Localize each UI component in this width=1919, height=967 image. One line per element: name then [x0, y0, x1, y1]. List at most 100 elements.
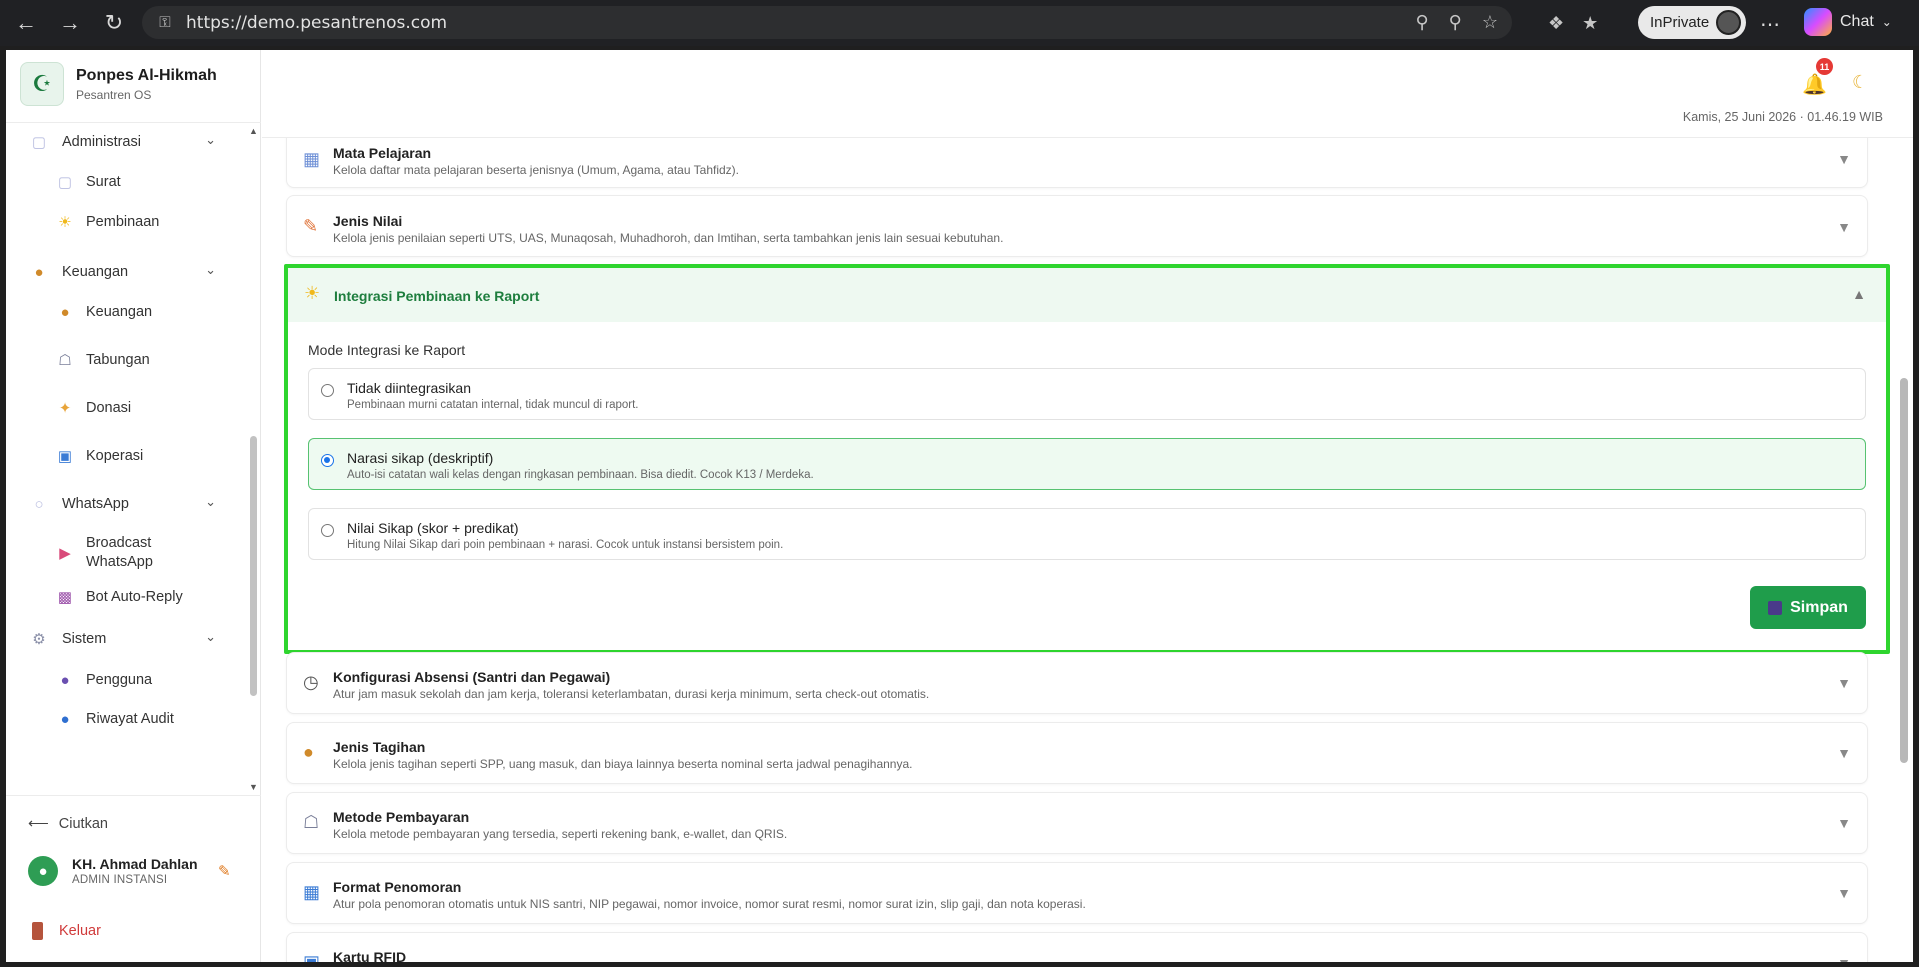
user-profile[interactable]: ● KH. Ahmad Dahlan ADMIN INSTANSI [28, 856, 198, 886]
notification-badge: 11 [1816, 58, 1833, 75]
sidebar-group-sistem[interactable]: ⚙ Sistem ⌄ [6, 619, 246, 659]
sidebar-item-label: Tabungan [86, 351, 150, 368]
sidebar-item-label: Koperasi [86, 447, 144, 464]
sidebar-item-broadcast-whatsapp[interactable]: ▶ Broadcast WhatsApp [6, 527, 246, 579]
scroll-up-icon[interactable]: ▲ [249, 126, 258, 136]
sidebar-item-donasi[interactable]: ✦ Donasi [6, 388, 246, 428]
collapse-label: Ciutkan [58, 816, 108, 832]
logout-button[interactable]: Keluar [32, 922, 101, 940]
sidebar-item-surat[interactable]: ▢ Surat [6, 162, 246, 202]
chat-label: Chat [1840, 13, 1874, 30]
door-icon [32, 922, 43, 940]
chevron-down-icon[interactable]: ⌄ [205, 629, 216, 645]
sidebar-item-label: Surat [86, 173, 121, 190]
url-text[interactable]: https://demo.pesantrenos.com [186, 13, 447, 33]
sidebar-item-label: Administrasi [62, 134, 141, 150]
back-arrow-icon[interactable]: ← [8, 5, 44, 41]
expand-icon[interactable]: ▼ [1837, 815, 1851, 831]
avatar: ● [28, 856, 58, 886]
key-icon[interactable]: ⚲ [1415, 12, 1428, 33]
radio-button[interactable] [321, 384, 334, 397]
page-scroll-thumb[interactable] [1900, 378, 1908, 763]
inprivate-button[interactable]: InPrivate [1638, 6, 1746, 39]
more-menu-icon[interactable]: ⋯ [1760, 12, 1780, 37]
settings-card-konfigurasi-absensi[interactable]: ◷ Konfigurasi Absensi (Santri dan Pegawa… [286, 652, 1868, 714]
forward-arrow-icon[interactable]: → [52, 5, 88, 41]
settings-card-metode-pembayaran[interactable]: ☖ Metode Pembayaran Kelola metode pembay… [286, 792, 1868, 854]
sidebar-item-label: Donasi [86, 399, 132, 416]
bank-icon: ☖ [303, 812, 320, 832]
expand-icon[interactable]: ▼ [1837, 151, 1851, 167]
chevron-down-icon[interactable]: ⌄ [205, 494, 216, 510]
collapse-sidebar-button[interactable]: ⟵ Ciutkan [28, 816, 108, 832]
expand-icon[interactable]: ▼ [1837, 745, 1851, 761]
bell-icon[interactable]: 🔔 [1802, 72, 1827, 97]
settings-list: ▦ Mata Pelajaran Kelola daftar mata pela… [262, 138, 1892, 962]
radio-button[interactable] [321, 524, 334, 537]
page-scrollbar[interactable] [1898, 138, 1910, 962]
chevron-down-icon: ⌄ [1881, 15, 1892, 29]
expand-icon[interactable]: ▼ [1837, 219, 1851, 235]
chevron-down-icon[interactable]: ⌄ [205, 262, 216, 278]
settings-card-jenis-nilai[interactable]: ✎ Jenis Nilai Kelola jenis penilaian sep… [286, 195, 1868, 257]
card-desc: Kelola jenis penilaian seperti UTS, UAS,… [333, 231, 1004, 245]
brand-subtitle: Pesantren OS [76, 87, 152, 102]
envelope-icon: ▢ [31, 134, 47, 151]
radio-button-selected[interactable] [321, 454, 334, 467]
option-tidak-diintegrasikan[interactable]: Tidak diintegrasikan Pembinaan murni cat… [308, 368, 1866, 420]
sidebar-item-label: Keuangan [86, 303, 153, 320]
zoom-icon[interactable]: ⚲ [1449, 12, 1462, 33]
brand[interactable]: ☪ Ponpes Al-Hikmah Pesantren OS [20, 62, 217, 106]
pencil-icon[interactable]: ✎ [218, 862, 231, 880]
settings-card-mata-pelajaran[interactable]: ▦ Mata Pelajaran Kelola daftar mata pela… [286, 138, 1868, 188]
chat-bubble-icon: ○ [34, 495, 44, 513]
lock-icon[interactable]: ⚿ [150, 14, 180, 31]
sun-icon: ☀ [304, 283, 321, 303]
mode-label: Mode Integrasi ke Raport [308, 342, 466, 358]
settings-card-jenis-tagihan[interactable]: ● Jenis Tagihan Kelola jenis tagihan sep… [286, 722, 1868, 784]
card-desc: Kelola jenis tagihan seperti SPP, uang m… [333, 757, 913, 771]
floppy-disk-icon [1768, 600, 1783, 615]
favorites-icon[interactable]: ★ [1582, 13, 1598, 34]
sidebar-item-label: Riwayat Audit [86, 710, 174, 727]
app-window: ☪ Ponpes Al-Hikmah Pesantren OS ▢ Admini… [6, 50, 1913, 962]
sidebar-item-riwayat-audit[interactable]: ● Riwayat Audit [6, 699, 246, 739]
sidebar-item-pengguna[interactable]: ● Pengguna [6, 660, 246, 700]
address-bar[interactable]: ⚿ https://demo.pesantrenos.com ⚲ ⚲ ☆ [142, 6, 1512, 39]
scroll-down-icon[interactable]: ▼ [249, 782, 258, 792]
extensions-icon[interactable]: ❖ [1548, 13, 1564, 34]
sidebar-group-administrasi[interactable]: ▢ Administrasi ⌄ [6, 123, 246, 162]
expand-icon[interactable]: ▼ [1837, 885, 1851, 901]
main-content: 🔔 11 ☾ Kamis, 25 Juni 2026 · 01.46.19 WI… [262, 50, 1913, 962]
option-nilai-sikap[interactable]: Nilai Sikap (skor + predikat) Hitung Nil… [308, 508, 1866, 560]
settings-card-kartu-rfid[interactable]: ▣ Kartu RFID ▼ [286, 932, 1868, 962]
user-name: KH. Ahmad Dahlan [72, 856, 198, 872]
sidebar-item-keuangan[interactable]: ● Keuangan [6, 292, 246, 332]
sidebar-group-keuangan[interactable]: ● Keuangan ⌄ [6, 252, 246, 292]
expand-icon[interactable]: ▼ [1837, 955, 1851, 962]
sidebar-item-tabungan[interactable]: ☖ Tabungan [6, 340, 246, 380]
profile-avatar [1716, 10, 1741, 35]
collapse-icon[interactable]: ▲ [1852, 286, 1866, 302]
expand-icon[interactable]: ▼ [1837, 675, 1851, 691]
settings-card-format-penomoran[interactable]: ▦ Format Penomoran Atur pola penomoran o… [286, 862, 1868, 924]
chevron-down-icon[interactable]: ⌄ [205, 132, 216, 148]
sidebar-scrollbar[interactable]: ▲ ▼ [248, 126, 258, 794]
memo-icon: ✎ [303, 216, 319, 236]
sidebar-item-pembinaan[interactable]: ☀ Pembinaan [6, 202, 246, 242]
sidebar-item-koperasi[interactable]: ▣ Koperasi [6, 436, 246, 476]
topbar: 🔔 11 ☾ Kamis, 25 Juni 2026 · 01.46.19 WI… [262, 50, 1913, 138]
logo: ☪ [20, 62, 64, 106]
moon-icon[interactable]: ☾ [1852, 72, 1868, 93]
bank-icon: ☖ [58, 352, 72, 369]
sidebar-scroll-thumb[interactable] [250, 436, 257, 696]
sidebar-item-bot-auto-reply[interactable]: ▩ Bot Auto-Reply [6, 577, 246, 617]
refresh-icon[interactable]: ↻ [96, 5, 132, 41]
card-title: Metode Pembayaran [333, 809, 470, 825]
option-narasi-sikap[interactable]: Narasi sikap (deskriptif) Auto-isi catat… [308, 438, 1866, 490]
sidebar-group-whatsapp[interactable]: ○ WhatsApp ⌄ [6, 484, 246, 524]
star-icon[interactable]: ☆ [1482, 12, 1498, 33]
save-button[interactable]: Simpan [1750, 586, 1866, 629]
card-header[interactable]: ☀ Integrasi Pembinaan ke Raport ▲ [288, 268, 1886, 322]
copilot-chat-button[interactable]: Chat ⌄ [1804, 8, 1892, 36]
